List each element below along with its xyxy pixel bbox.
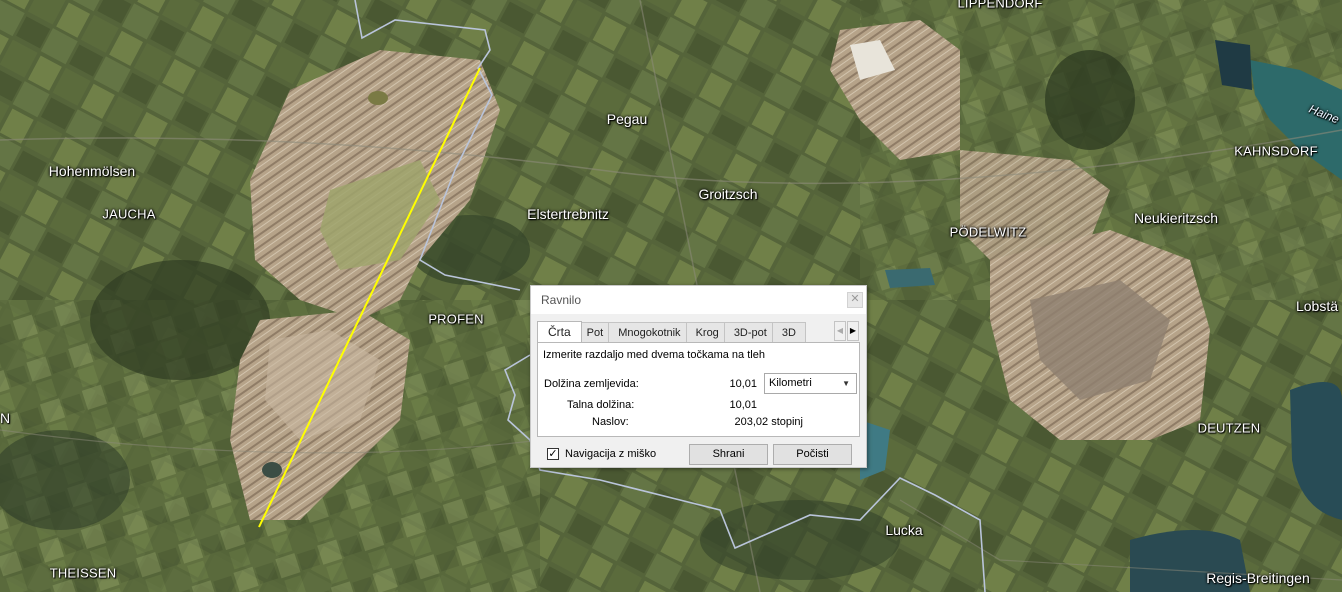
map-length-label: Dolžina zemljevida:: [544, 378, 639, 390]
place-label: DEUTZEN: [1197, 420, 1261, 436]
place-label: Neukieritzsch: [1133, 210, 1219, 226]
dialog-titlebar[interactable]: Ravnilo ✕: [531, 286, 866, 314]
tab-strip: Črta Pot Mnogokotnik Krog 3D-pot 3D: [537, 321, 847, 342]
map-length-value: 10,01: [729, 378, 757, 390]
place-label: Hohenmölsen: [48, 163, 136, 179]
place-label: PROFEN: [428, 311, 484, 327]
place-label: Lobstä: [1295, 298, 1339, 314]
tab-line[interactable]: Črta: [537, 321, 582, 342]
line-measure-panel: Izmerite razdaljo med dvema točkama na t…: [537, 342, 860, 437]
mouse-navigation-checkbox[interactable]: ✓: [547, 448, 559, 460]
close-icon[interactable]: ✕: [847, 292, 863, 308]
tab-scroll-left-icon[interactable]: ◀: [834, 321, 846, 341]
tab-3d-path[interactable]: 3D-pot: [723, 322, 777, 342]
place-label: Elstertrebnitz: [527, 206, 609, 222]
tab-scroll-right-icon[interactable]: ▶: [847, 321, 859, 341]
place-label: JAUCHA: [102, 206, 156, 222]
unit-select-value: Kilometri: [769, 377, 812, 389]
tab-3d-polygon[interactable]: 3D: [771, 322, 806, 342]
heading-value: 203,02 stopinj: [734, 416, 804, 428]
ground-length-value: 10,01: [729, 399, 757, 411]
place-label: Groitzsch: [698, 186, 758, 202]
chevron-down-icon: ▼: [842, 379, 850, 388]
place-label: KAHNSDORF: [1234, 143, 1318, 159]
place-label: Pegau: [606, 111, 648, 127]
measure-description: Izmerite razdaljo med dvema točkama na t…: [543, 349, 765, 361]
ruler-dialog: Ravnilo ✕ Črta Pot Mnogokotnik Krog 3D-pot 3D…: [530, 285, 867, 468]
place-label: PÖDELWITZ: [949, 224, 1027, 240]
save-button[interactable]: Shrani: [689, 444, 768, 465]
place-label: Lucka: [885, 522, 923, 538]
unit-select[interactable]: Kilometri ▼: [764, 373, 857, 394]
clear-button[interactable]: Počisti: [773, 444, 852, 465]
mouse-navigation-label[interactable]: Navigacija z miško: [565, 448, 656, 460]
tab-circle[interactable]: Krog: [685, 322, 729, 342]
dialog-title: Ravnilo: [541, 293, 582, 307]
place-label: LIPPENDORF: [957, 0, 1043, 11]
heading-label: Naslov:: [592, 416, 629, 428]
place-label: Regis-Breitingen: [1206, 570, 1310, 586]
ground-length-label: Talna dolžina:: [567, 399, 635, 411]
place-label: N: [0, 410, 11, 426]
tab-polygon[interactable]: Mnogokotnik: [608, 322, 691, 342]
place-label: THEISSEN: [49, 565, 117, 581]
